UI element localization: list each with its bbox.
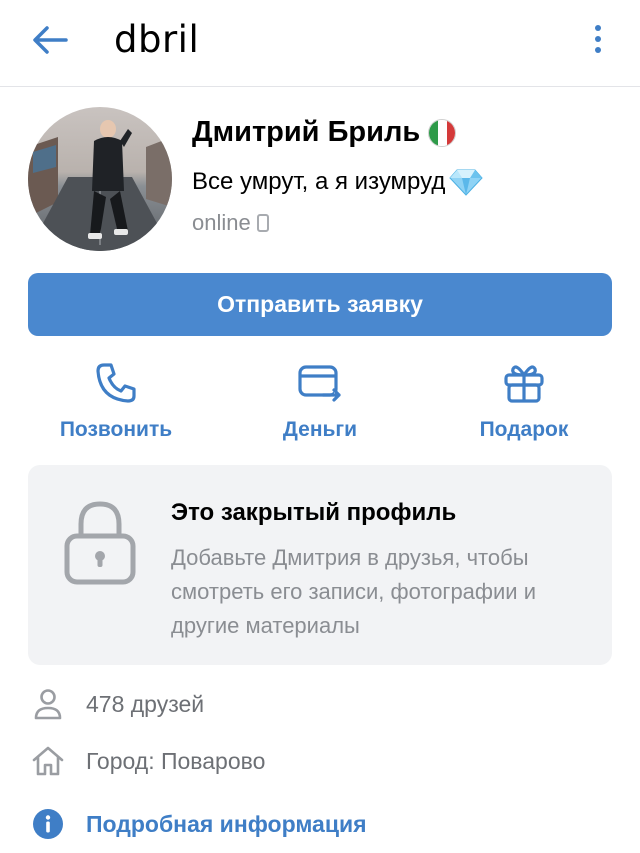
- online-status: online: [192, 210, 269, 236]
- avatar[interactable]: [28, 107, 172, 251]
- italy-flag-icon: [428, 118, 457, 147]
- profile-name: Дмитрий Бриль: [192, 116, 457, 149]
- more-menu-button[interactable]: [586, 18, 610, 60]
- friends-row[interactable]: 478 друзей: [28, 684, 612, 724]
- details-row[interactable]: Подробная информация: [28, 804, 612, 844]
- friends-count: 478 друзей: [86, 690, 205, 717]
- info-icon: [33, 809, 63, 839]
- money-label: Деньги: [282, 418, 358, 441]
- avatar-photo: [28, 107, 172, 251]
- city-row: Город: Поварово: [28, 741, 612, 781]
- profile-status: Все умрут, а я изумруд: [192, 167, 484, 197]
- top-bar: dbril: [0, 0, 640, 86]
- money-transfer-icon: [298, 365, 341, 402]
- send-request-button[interactable]: Отправить заявку: [28, 273, 612, 336]
- gift-icon: [504, 365, 544, 403]
- city-text: Город: Поварово: [86, 747, 266, 774]
- more-vertical-icon: [595, 25, 601, 31]
- details-link[interactable]: Подробная информация: [86, 811, 367, 838]
- profile-name-text: Дмитрий Бриль: [192, 116, 421, 148]
- profile-status-text: Все умрут, а я изумруд: [192, 168, 446, 195]
- user-icon: [34, 689, 62, 720]
- money-button[interactable]: Деньги: [220, 360, 420, 442]
- private-profile-text: Добавьте Дмитрия в друзья, чтобы смотрет…: [171, 545, 536, 638]
- phone-call-icon: [96, 363, 136, 403]
- private-profile-title: Это закрытый профиль: [171, 499, 457, 526]
- phone-icon: [256, 214, 269, 232]
- call-button[interactable]: Позвонить: [16, 360, 216, 442]
- gem-icon: [449, 169, 484, 196]
- page-title: dbril: [114, 18, 200, 61]
- call-label: Позвонить: [59, 418, 173, 441]
- home-icon: [32, 746, 64, 776]
- lock-icon: [64, 501, 136, 585]
- send-request-label: Отправить заявку: [217, 291, 423, 317]
- private-profile-card: Это закрытый профиль Добавьте Дмитрия в …: [28, 465, 612, 665]
- gift-label: Подарок: [479, 418, 569, 441]
- arrow-left-icon: [33, 26, 68, 54]
- back-button[interactable]: [30, 22, 70, 58]
- header-divider: [0, 86, 640, 87]
- online-text: online: [192, 210, 251, 235]
- gift-button[interactable]: Подарок: [424, 360, 624, 442]
